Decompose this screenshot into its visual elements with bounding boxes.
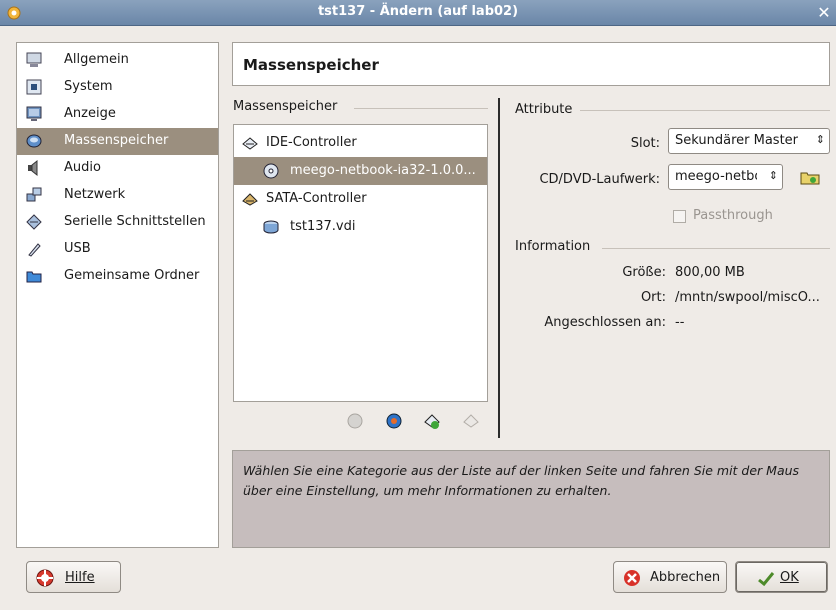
page-header: Massenspeicher <box>232 42 830 86</box>
drive-select-value: meego-netbo <box>675 169 757 184</box>
close-icon[interactable]: ✕ <box>814 3 834 23</box>
passthrough-checkbox[interactable] <box>673 210 686 223</box>
group-divider <box>580 110 830 111</box>
network-icon <box>26 187 42 202</box>
usb-icon <box>28 243 41 257</box>
sata-controller-icon <box>242 193 258 206</box>
optical-disk-icon <box>263 163 279 179</box>
monitor-icon <box>26 52 42 67</box>
information-group-label: Information <box>515 239 591 254</box>
ok-icon <box>758 572 775 587</box>
chevron-updown-icon: ⇕ <box>768 169 778 182</box>
speaker-icon <box>28 159 38 177</box>
sidebar-item-label: Serielle Schnittstellen <box>64 214 206 229</box>
sidebar-item-usb[interactable]: USB <box>17 236 218 263</box>
page-title: Massenspeicher <box>243 56 379 74</box>
title-bar: tst137 - Ändern (auf lab02) ✕ <box>0 0 836 26</box>
attached-to-value: -- <box>675 315 685 330</box>
sidebar-item-label: USB <box>64 241 91 256</box>
cancel-icon <box>624 570 640 586</box>
sidebar-item-label: Anzeige <box>64 106 116 121</box>
sidebar-item-anzeige[interactable]: Anzeige <box>17 101 218 128</box>
remove-attachment-icon[interactable] <box>461 411 481 431</box>
tree-item-harddisk[interactable]: tst137.vdi <box>234 213 487 241</box>
add-optical-drive-icon[interactable] <box>422 411 442 431</box>
sidebar-item-serielle-schnittstellen[interactable]: Serielle Schnittstellen <box>17 209 218 236</box>
serial-icon <box>26 214 42 230</box>
attached-to-label: Angeschlossen an: <box>544 315 666 330</box>
folder-icon <box>26 271 42 283</box>
storage-group-label: Massenspeicher <box>233 99 338 114</box>
passthrough-label: Passthrough <box>693 208 773 223</box>
sidebar-item-audio[interactable]: Audio <box>17 155 218 182</box>
sidebar-item-allgemein[interactable]: Allgemein <box>17 47 218 74</box>
chip-icon <box>26 79 42 95</box>
location-value: /mntn/swpool/miscO... <box>675 290 820 305</box>
panel-separator <box>498 98 500 438</box>
sidebar-item-label: Massenspeicher <box>64 133 169 148</box>
controller-icon <box>242 137 258 150</box>
cancel-button-label: Abbrechen <box>650 570 721 585</box>
cd-dvd-drive-select[interactable]: meego-netbo ⇕ <box>668 164 783 190</box>
window-title: tst137 - Ändern (auf lab02) <box>317 4 519 19</box>
harddisk-icon <box>263 220 279 234</box>
tree-item-label: tst137.vdi <box>290 219 356 234</box>
ok-button-label: OK <box>780 570 799 585</box>
help-text: Wählen Sie eine Kategorie aus der Liste … <box>243 463 800 498</box>
help-box: Wählen Sie eine Kategorie aus der Liste … <box>232 450 830 548</box>
display-icon <box>26 106 42 121</box>
choose-image-folder-icon[interactable] <box>799 167 821 187</box>
slot-label: Slot: <box>630 136 660 151</box>
tree-item-label: IDE-Controller <box>266 135 357 150</box>
location-label: Ort: <box>640 290 666 305</box>
sidebar-item-label: System <box>64 79 113 94</box>
help-button[interactable]: Hilfe <box>26 561 121 593</box>
add-attachment-icon[interactable] <box>384 411 404 431</box>
sidebar-item-system[interactable]: System <box>17 74 218 101</box>
sidebar-item-label: Allgemein <box>64 52 129 67</box>
size-label: Größe: <box>622 265 666 280</box>
cancel-button[interactable]: Abbrechen <box>613 561 727 593</box>
tree-item-optical-disk[interactable]: meego-netbook-ia32-1.0.0... <box>234 157 487 185</box>
settings-category-list: Allgemein System Anzeige Massenspeicher … <box>16 42 219 548</box>
group-divider <box>354 108 488 109</box>
sidebar-item-massenspeicher[interactable]: Massenspeicher <box>17 128 218 155</box>
slot-select-value: Sekundärer Master <box>675 133 799 148</box>
sidebar-item-label: Gemeinsame Ordner <box>64 268 200 283</box>
lifebuoy-icon <box>36 569 54 587</box>
ok-button[interactable]: OK <box>735 561 828 593</box>
chevron-updown-icon: ⇕ <box>815 133 825 146</box>
add-controller-icon[interactable] <box>345 411 365 431</box>
attributes-group-label: Attribute <box>515 102 573 117</box>
sidebar-item-label: Netzwerk <box>64 187 126 202</box>
storage-tree: IDE-Controller meego-netbook-ia32-1.0.0.… <box>233 124 488 402</box>
sidebar-item-gemeinsame-ordner[interactable]: Gemeinsame Ordner <box>17 263 218 290</box>
disk-icon <box>26 134 42 148</box>
tree-item-sata-controller[interactable]: SATA-Controller <box>234 185 487 213</box>
sidebar-item-netzwerk[interactable]: Netzwerk <box>17 182 218 209</box>
help-button-label: Hilfe <box>65 570 95 585</box>
size-value: 800,00 MB <box>675 265 745 280</box>
tree-item-label: meego-netbook-ia32-1.0.0... <box>290 163 476 178</box>
slot-select[interactable]: Sekundärer Master ⇕ <box>668 128 830 154</box>
cd-dvd-drive-label: CD/DVD-Laufwerk: <box>539 172 660 187</box>
tree-item-label: SATA-Controller <box>266 191 367 206</box>
group-divider <box>602 248 830 249</box>
sidebar-item-label: Audio <box>64 160 101 175</box>
tree-item-ide-controller[interactable]: IDE-Controller <box>234 129 487 157</box>
